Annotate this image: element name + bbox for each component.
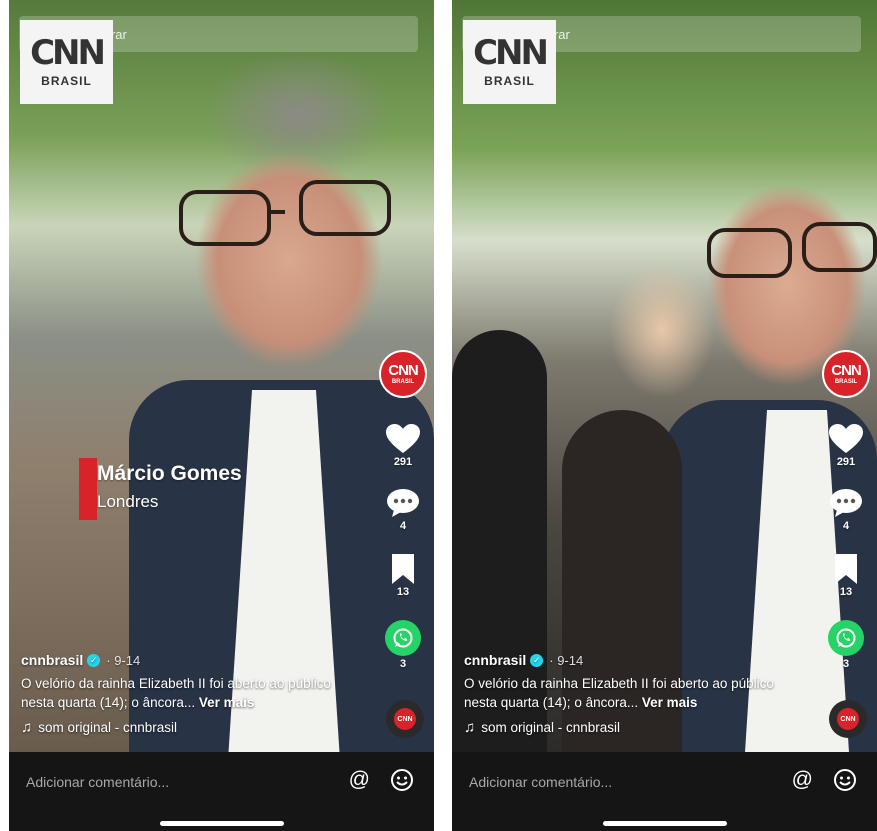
emoji-icon[interactable] — [390, 768, 414, 792]
reporter-location: Londres — [97, 492, 159, 511]
save-count: 13 — [839, 586, 853, 598]
profile-avatar[interactable]: CNN BRASIL — [822, 350, 870, 398]
video-description: O velório da rainha Elizabeth II foi abe… — [21, 674, 361, 712]
action-rail: CNN BRASIL 291 4 13 3 — [821, 350, 871, 670]
video-subject-glasses-left — [179, 190, 271, 246]
video-frame[interactable] — [452, 0, 877, 752]
channel-logo: CNN BRASIL — [463, 20, 556, 104]
share-count: 3 — [842, 658, 850, 670]
like-button[interactable]: 291 — [386, 424, 420, 468]
logo-brasil-text: BRASIL — [484, 74, 535, 88]
logo-cnn-text: CNN — [30, 33, 106, 73]
description-text: O velório da rainha Elizabeth II foi abe… — [464, 676, 774, 710]
description-text: O velório da rainha Elizabeth II foi abe… — [21, 676, 331, 710]
video-screen-right: ‹ Procurar CNN BRASIL CNN BRASIL 291 4 1… — [452, 0, 877, 831]
reporter-name: Márcio Gomes — [97, 462, 242, 485]
verified-icon: ✓ — [87, 653, 101, 667]
music-disc[interactable]: CNN — [386, 700, 424, 738]
emoji-icon[interactable] — [833, 768, 857, 792]
video-frame[interactable] — [9, 0, 434, 752]
whatsapp-icon — [828, 620, 864, 656]
heart-icon — [386, 424, 420, 453]
action-rail: CNN BRASIL 291 4 13 3 — [378, 350, 428, 670]
home-indicator — [602, 821, 727, 826]
logo-cnn-text: CNN — [473, 33, 549, 73]
heart-icon — [829, 424, 863, 453]
music-note-icon: ♫ — [21, 719, 33, 736]
comment-bar: Adicionar comentário... @ — [9, 752, 434, 831]
logo-brasil-text: BRASIL — [41, 74, 92, 88]
video-subject-glasses-right — [299, 180, 391, 236]
post-date: · 9-14 — [549, 652, 584, 668]
avatar-brasil-text: BRASIL — [391, 379, 415, 385]
avatar-cnn-text: CNN — [388, 362, 418, 379]
video-description: O velório da rainha Elizabeth II foi abe… — [464, 674, 804, 712]
comment-button[interactable]: 4 — [829, 488, 863, 532]
share-button[interactable]: 3 — [828, 598, 864, 670]
lower-third-accent — [79, 458, 97, 520]
avatar-cnn-text: CNN — [831, 362, 861, 379]
disc-label: CNN — [394, 708, 416, 730]
save-button[interactable]: 13 — [390, 554, 416, 598]
profile-avatar[interactable]: CNN BRASIL — [379, 350, 427, 398]
music-title: som original - cnnbrasil — [481, 720, 621, 735]
whatsapp-icon — [385, 620, 421, 656]
home-indicator — [159, 821, 284, 826]
avatar-brasil-text: BRASIL — [834, 379, 858, 385]
see-more-link[interactable]: Ver mais — [642, 695, 698, 710]
channel-logo: CNN BRASIL — [20, 20, 113, 104]
comment-count: 4 — [399, 520, 407, 532]
share-count: 3 — [399, 658, 407, 670]
like-button[interactable]: 291 — [829, 424, 863, 468]
author-name[interactable]: cnnbrasil — [464, 652, 526, 668]
music-row[interactable]: ♫ som original - cnnbrasil — [21, 719, 361, 736]
video-subject-glasses-bridge — [271, 210, 285, 214]
comment-icon — [387, 489, 419, 517]
save-count: 13 — [396, 586, 410, 598]
share-button[interactable]: 3 — [385, 598, 421, 670]
like-count: 291 — [836, 456, 856, 468]
bookmark-icon — [392, 554, 414, 584]
music-note-icon: ♫ — [464, 719, 476, 736]
bookmark-icon — [835, 554, 857, 584]
music-title: som original - cnnbrasil — [38, 720, 178, 735]
disc-label: CNN — [837, 708, 859, 730]
comment-input[interactable]: Adicionar comentário... — [26, 774, 169, 790]
comment-icon — [830, 489, 862, 517]
video-subject-glasses-left — [707, 228, 792, 278]
comment-bar: Adicionar comentário... @ — [452, 752, 877, 831]
comment-input[interactable]: Adicionar comentário... — [469, 774, 612, 790]
author-name[interactable]: cnnbrasil — [21, 652, 83, 668]
at-icon[interactable]: @ — [349, 768, 370, 792]
save-button[interactable]: 13 — [833, 554, 859, 598]
video-screen-left: ‹ Procurar CNN BRASIL Márcio Gomes Londr… — [9, 0, 434, 831]
music-row[interactable]: ♫ som original - cnnbrasil — [464, 719, 804, 736]
verified-icon: ✓ — [530, 653, 544, 667]
comment-count: 4 — [842, 520, 850, 532]
like-count: 291 — [393, 456, 413, 468]
video-caption: cnnbrasil ✓ · 9-14 O velório da rainha E… — [464, 652, 804, 736]
post-date: · 9-14 — [106, 652, 141, 668]
author-row: cnnbrasil ✓ · 9-14 — [21, 652, 361, 668]
video-subject-glasses-right — [802, 222, 877, 272]
comment-button[interactable]: 4 — [386, 488, 420, 532]
music-disc[interactable]: CNN — [829, 700, 867, 738]
video-caption: cnnbrasil ✓ · 9-14 O velório da rainha E… — [21, 652, 361, 736]
at-icon[interactable]: @ — [792, 768, 813, 792]
author-row: cnnbrasil ✓ · 9-14 — [464, 652, 804, 668]
see-more-link[interactable]: Ver mais — [199, 695, 255, 710]
